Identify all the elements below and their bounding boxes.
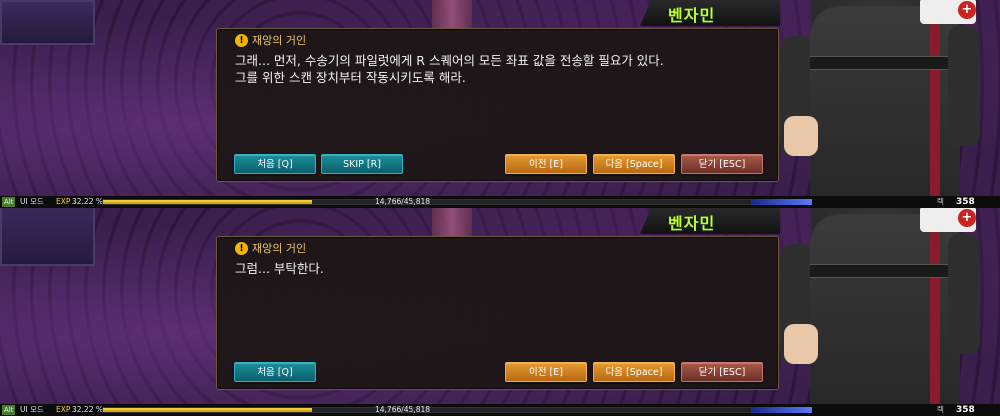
warning-icon: ! xyxy=(235,241,248,255)
npc-portrait: + xyxy=(780,0,980,208)
level-tag: 렉 xyxy=(937,405,944,414)
speaker-name: 벤자민 xyxy=(668,6,716,25)
speaker-name: 벤자민 xyxy=(668,214,716,233)
alt-hotkey-tag: Alt xyxy=(2,405,16,415)
next-button[interactable]: 다음 [Space] xyxy=(593,154,675,174)
background-character xyxy=(432,0,472,28)
exp-bar-fill xyxy=(103,200,312,204)
portrait-belt xyxy=(810,264,960,278)
exp-values: 14,766/45,818 xyxy=(375,197,431,206)
alt-hotkey-tag: Alt xyxy=(2,197,16,207)
portrait-arm-right xyxy=(948,26,980,146)
exp-bar-fill xyxy=(103,408,312,412)
exp-percent: 32.22 % xyxy=(72,197,103,206)
portrait-belt xyxy=(810,56,960,70)
background-character xyxy=(432,208,472,236)
level-tag: 렉 xyxy=(937,197,944,206)
dialog-box: ! 재앙의 거인 그래... 먼저, 수송기의 파일럿에게 R 스퀘어의 모든 … xyxy=(216,28,779,182)
background-prop xyxy=(0,208,95,266)
close-button[interactable]: 닫기 [ESC] xyxy=(681,362,763,382)
first-button[interactable]: 처음 [Q] xyxy=(234,154,316,174)
level-value: 358 xyxy=(956,405,975,415)
secondary-bar xyxy=(752,407,812,413)
next-button[interactable]: 다음 [Space] xyxy=(593,362,675,382)
portrait-stripe xyxy=(930,224,940,414)
exp-label: EXP xyxy=(56,405,71,414)
skip-button[interactable]: SKIP [R] xyxy=(321,154,403,174)
ui-mode-toggle[interactable]: UI 모드 xyxy=(20,404,44,416)
dialog-header: ! 재앙의 거인 xyxy=(235,32,306,48)
exp-values: 14,766/45,818 xyxy=(375,405,431,414)
exp-percent: 32.22 % xyxy=(72,405,103,414)
game-scene-bottom: 벤자민 + ! 재앙의 거인 그럼... 부탁한다. 처음 [Q] 이전 [E]… xyxy=(0,208,1000,416)
dialog-text: 그래... 먼저, 수송기의 파일럿에게 R 스퀘어의 모든 좌표 값을 전송할… xyxy=(235,53,664,85)
prev-button[interactable]: 이전 [E] xyxy=(505,154,587,174)
ui-mode-toggle[interactable]: UI 모드 xyxy=(20,196,44,208)
dialog-header: ! 재앙의 거인 xyxy=(235,240,306,256)
portrait-arm-right xyxy=(948,234,980,354)
portrait-hand xyxy=(784,324,818,364)
status-bar: Alt UI 모드 EXP 32.22 % 14,766/45,818 렉 35… xyxy=(0,196,1000,208)
portrait-stripe xyxy=(930,16,940,206)
dialog-text: 그럼... 부탁한다. xyxy=(235,261,324,276)
npc-portrait: + xyxy=(780,208,980,416)
dialog-title: 재앙의 거인 xyxy=(252,242,307,255)
medical-cross-icon: + xyxy=(958,1,976,19)
first-button[interactable]: 처음 [Q] xyxy=(234,362,316,382)
dialog-title: 재앙의 거인 xyxy=(252,34,307,47)
prev-button[interactable]: 이전 [E] xyxy=(505,362,587,382)
close-button[interactable]: 닫기 [ESC] xyxy=(681,154,763,174)
warning-icon: ! xyxy=(235,33,248,47)
portrait-hand xyxy=(784,116,818,156)
level-value: 358 xyxy=(956,197,975,207)
background-prop xyxy=(0,0,95,45)
status-bar: Alt UI 모드 EXP 32.22 % 14,766/45,818 렉 35… xyxy=(0,404,1000,416)
medical-cross-icon: + xyxy=(958,209,976,227)
exp-label: EXP xyxy=(56,197,71,206)
secondary-bar xyxy=(752,199,812,205)
dialog-box: ! 재앙의 거인 그럼... 부탁한다. 처음 [Q] 이전 [E] 다음 [S… xyxy=(216,236,779,390)
game-scene-top: 벤자민 + ! 재앙의 거인 그래... 먼저, 수송기의 파일럿에게 R 스퀘… xyxy=(0,0,1000,208)
